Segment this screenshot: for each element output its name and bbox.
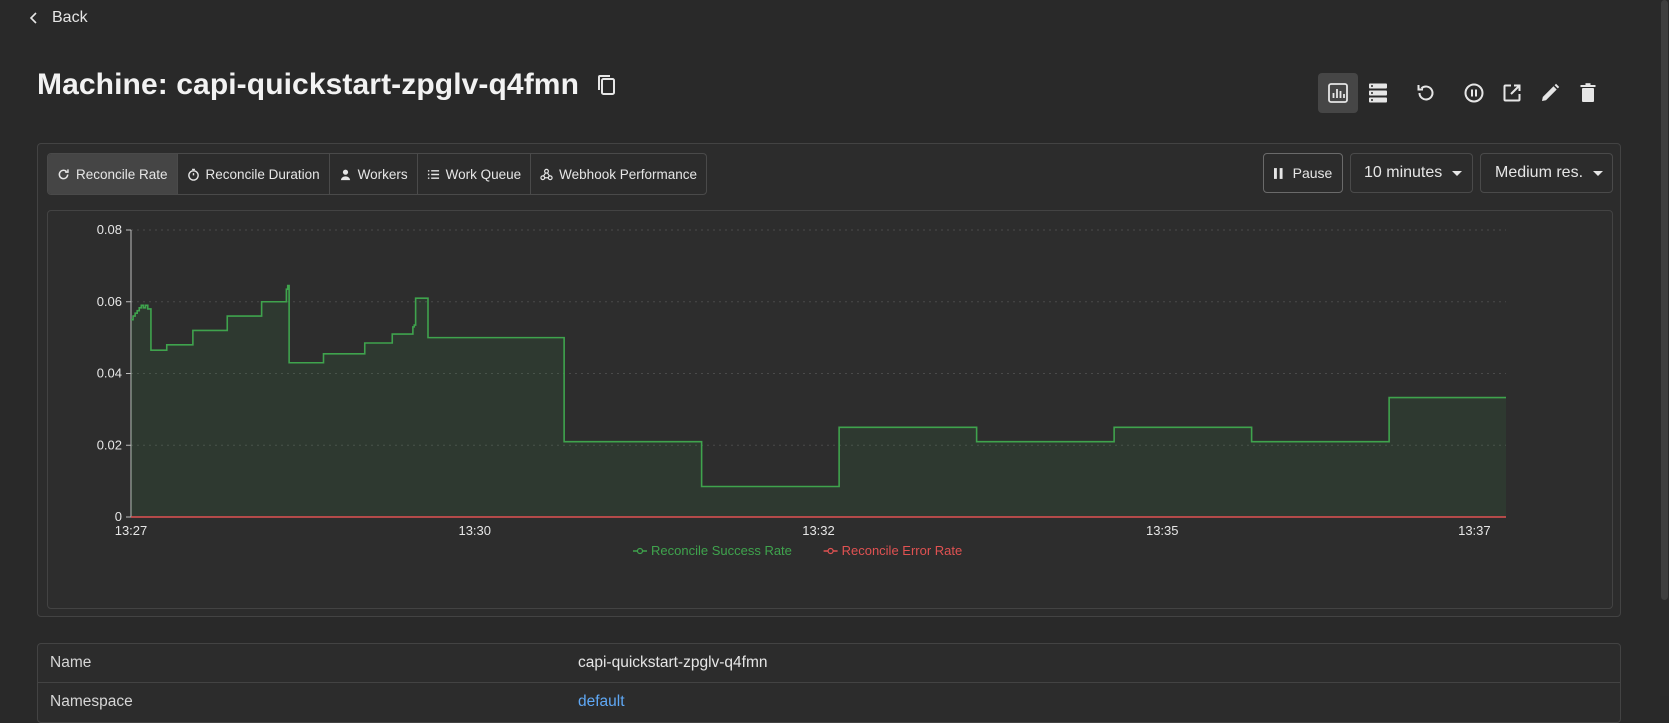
tab-reconcile-rate[interactable]: Reconcile Rate <box>48 154 178 194</box>
pause-label: Pause <box>1292 165 1333 181</box>
tab-workers[interactable]: Workers <box>330 154 418 194</box>
tab-label: Work Queue <box>445 166 522 182</box>
table-row: Name capi-quickstart-zpglv-q4fmn <box>38 644 1620 682</box>
chart-icon <box>1328 83 1348 103</box>
tab-label: Workers <box>357 166 408 182</box>
pause-chart-button[interactable]: Pause <box>1263 153 1343 193</box>
table-view-button[interactable] <box>1358 73 1398 113</box>
copy-icon[interactable] <box>595 73 619 97</box>
time-range-select[interactable]: 10 minutes <box>1350 153 1473 193</box>
y-tick-label: 0.02 <box>97 437 122 452</box>
table-row: Namespace default <box>38 683 1620 721</box>
worker-icon <box>340 169 350 180</box>
y-tick-label: 0.04 <box>97 366 122 381</box>
pause-circle-icon <box>1464 83 1484 103</box>
trash-icon <box>1580 83 1596 102</box>
legend-label: Reconcile Error Rate <box>842 543 963 558</box>
back-button[interactable]: Back <box>28 6 88 30</box>
x-tick-label: 13:35 <box>1146 523 1179 538</box>
reconcile-rate-chart: 0 0.02 0.04 0.06 0.08 13:27 13:30 13:32 13:35 13:… <box>47 210 1613 609</box>
x-tick-label: 13:32 <box>802 523 835 538</box>
chevron-down-icon <box>1452 170 1463 176</box>
external-link-icon <box>1503 84 1521 102</box>
back-label: Back <box>52 9 88 26</box>
time-range-value: 10 minutes <box>1364 164 1443 181</box>
tab-label: Webhook Performance <box>559 166 697 182</box>
refresh-icon <box>58 168 69 179</box>
scrollbar-thumb[interactable] <box>1661 0 1668 600</box>
legend-label: Reconcile Success Rate <box>651 543 792 558</box>
pencil-icon <box>1542 83 1560 101</box>
x-tick-label: 13:27 <box>115 523 148 538</box>
tab-label: Reconcile Duration <box>205 166 320 182</box>
resolution-select[interactable]: Medium res. <box>1480 153 1613 193</box>
webhook-icon <box>540 168 553 180</box>
metrics-tabs: Reconcile Rate Reconcile Duration Worker… <box>47 153 707 195</box>
y-tick-label: 0 <box>115 509 122 524</box>
tab-label: Reconcile Rate <box>76 166 168 182</box>
row-value: capi-quickstart-zpglv-q4fmn <box>578 654 768 671</box>
open-external-button[interactable] <box>1492 73 1532 113</box>
y-tick-label: 0.06 <box>97 294 122 309</box>
stopwatch-icon <box>187 168 199 181</box>
tab-work-queue[interactable]: Work Queue <box>418 154 532 194</box>
edit-button[interactable] <box>1530 73 1570 113</box>
tab-reconcile-duration[interactable]: Reconcile Duration <box>178 154 330 194</box>
header-actions <box>1318 73 1628 113</box>
page-scrollbar[interactable] <box>1660 0 1669 696</box>
chevron-left-icon <box>29 12 37 24</box>
legend-marker <box>636 547 644 555</box>
chart-svg: 0 0.02 0.04 0.06 0.08 13:27 13:30 13:32 13:35 13:… <box>97 222 1506 558</box>
pause-icon <box>1273 167 1283 179</box>
page-title: Machine: capi-quickstart-zpglv-q4fmn <box>37 68 580 101</box>
restart-button[interactable] <box>1406 73 1446 113</box>
pause-resource-button[interactable] <box>1454 73 1494 113</box>
list-icon <box>427 169 439 179</box>
delete-button[interactable] <box>1568 73 1608 113</box>
chart-view-button[interactable] <box>1318 73 1358 113</box>
x-tick-label: 13:30 <box>458 523 491 538</box>
series-area <box>131 285 1506 517</box>
x-tick-label: 13:37 <box>1458 523 1491 538</box>
y-tick-label: 0.08 <box>97 222 122 237</box>
metrics-panel: Reconcile Rate Reconcile Duration Worker… <box>37 143 1621 617</box>
resolution-value: Medium res. <box>1495 164 1584 181</box>
server-list-icon <box>1369 83 1387 103</box>
tab-webhook-performance[interactable]: Webhook Performance <box>531 154 706 194</box>
row-key: Name <box>50 654 92 671</box>
details-table: Name capi-quickstart-zpglv-q4fmn Namespa… <box>37 643 1621 723</box>
legend-marker <box>827 547 834 555</box>
page-header: Machine: capi-quickstart-zpglv-q4fmn <box>37 68 619 102</box>
chevron-down-icon <box>1593 170 1604 176</box>
restart-icon <box>1417 85 1434 101</box>
